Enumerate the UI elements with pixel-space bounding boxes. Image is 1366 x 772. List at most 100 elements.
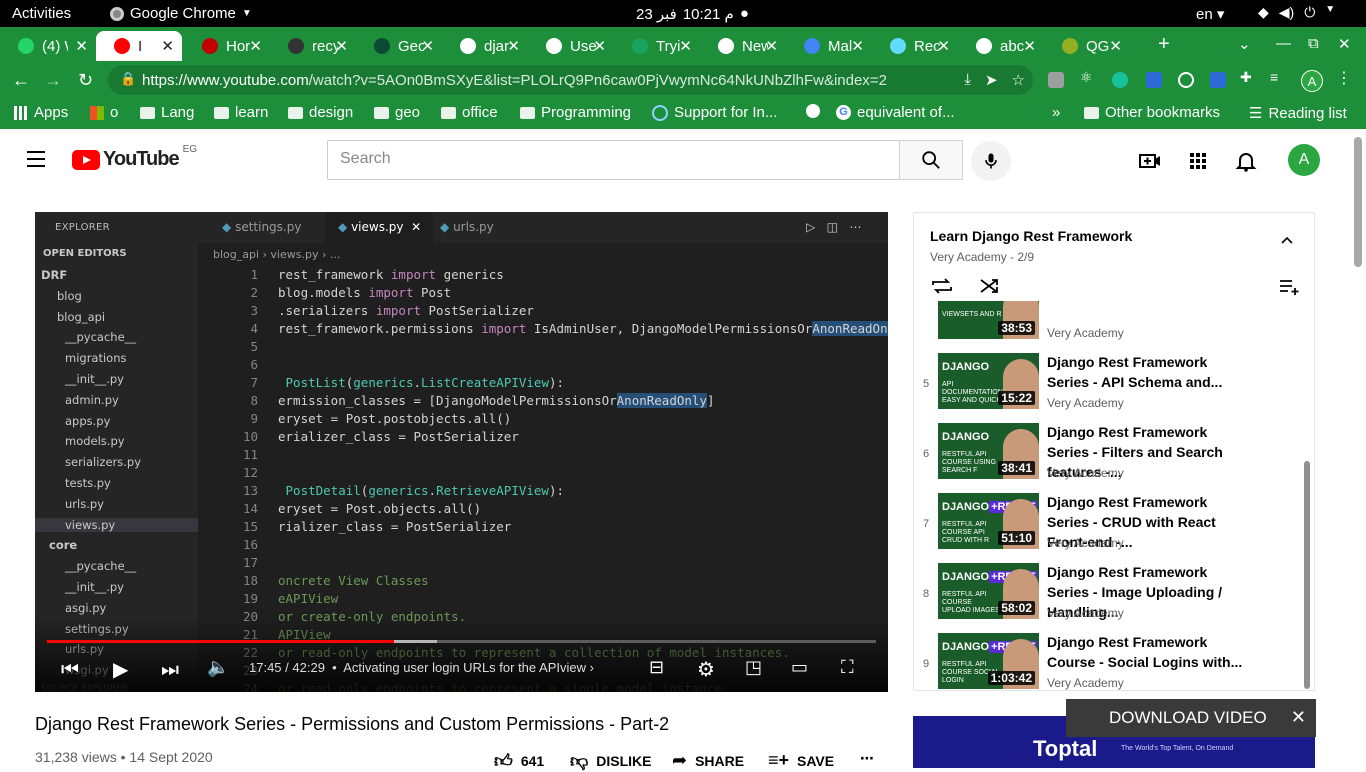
maximize-icon[interactable]: ⧉	[1308, 35, 1319, 52]
like-button[interactable]: 👍︎ 641	[494, 750, 544, 772]
browser-tab[interactable]: Geo ✕	[356, 31, 442, 61]
play-icon[interactable]: ▶	[113, 657, 128, 681]
tab-close-icon[interactable]: ✕	[421, 37, 434, 55]
tab-close-icon[interactable]: ✕	[851, 37, 864, 55]
tab-search-icon[interactable]: ⌄	[1238, 35, 1251, 53]
settings-gear-icon[interactable]: ⚙	[697, 657, 715, 681]
tab-close-icon[interactable]: ✕	[1023, 37, 1036, 55]
record-icon[interactable]	[1178, 72, 1194, 88]
playlist-item[interactable]: 9 DJANGO+REACTRESTFUL API COURSE SOCIAL L…	[914, 632, 1302, 690]
tab-close-icon[interactable]: ✕	[593, 37, 606, 55]
browser-tab[interactable]: New ✕	[700, 31, 786, 61]
search-button[interactable]	[899, 140, 963, 180]
collapse-chevron-icon[interactable]	[1280, 233, 1294, 247]
progress-bar[interactable]	[47, 640, 876, 643]
grammarly-icon[interactable]	[1112, 72, 1128, 88]
send-icon[interactable]: ➤	[985, 71, 998, 89]
next-icon[interactable]: ⏭	[161, 657, 179, 681]
page-scrollbar[interactable]	[1354, 137, 1362, 267]
clock[interactable]: فبر 23 10:21 م ●	[636, 5, 749, 23]
kebab-menu-icon[interactable]: ⋮	[1336, 68, 1352, 87]
browser-tab[interactable]: abc ✕	[958, 31, 1044, 61]
bookmark-folder-lang[interactable]: Lang	[140, 104, 194, 121]
activities-button[interactable]: Activities	[12, 5, 71, 22]
playlist-item[interactable]: 8 DJANGO+REACTRESTFUL API COURSE UPLOAD I…	[914, 563, 1302, 633]
menu-icon[interactable]	[27, 151, 45, 172]
new-tab-button[interactable]: +	[1158, 33, 1170, 56]
theater-mode-icon[interactable]: ▭	[791, 657, 808, 678]
extension-icon[interactable]	[1146, 72, 1162, 88]
browser-tab[interactable]: Tryi ✕	[614, 31, 700, 61]
notifications-bell-icon[interactable]	[1234, 149, 1258, 173]
video-thumbnail[interactable]: DJANGO+REACTRESTFUL API COURSE SOCIAL LO…	[938, 633, 1039, 689]
tab-close-icon[interactable]: ✕	[161, 37, 174, 55]
playlist-item-channel[interactable]: Very Academy	[1047, 396, 1124, 410]
fullscreen-icon[interactable]: ⛶	[841, 657, 854, 678]
bookmark-equivalent[interactable]: Gequivalent of...	[836, 104, 955, 121]
more-actions-icon[interactable]: ⋯	[860, 750, 874, 767]
close-icon[interactable]: ✕	[1291, 707, 1306, 728]
chapter-title[interactable]: Activating user login URLs for the APIvi…	[343, 660, 586, 675]
forward-icon[interactable]: →	[44, 70, 62, 91]
video-thumbnail[interactable]: DJANGO API DOCUMENTATION EASY AND QUICK 15…	[938, 353, 1039, 409]
loop-icon[interactable]	[930, 277, 954, 295]
playlist-item[interactable]: DJANGO VIEWSETS AND R 38:53 - Viewsets and …	[914, 301, 1302, 353]
apps-grid-icon[interactable]	[1186, 149, 1210, 173]
playlist-item[interactable]: 7 DJANGO+REACTRESTFUL API COURSE API CRUD…	[914, 493, 1302, 563]
back-icon[interactable]: ←	[12, 70, 30, 91]
bookmark-apps[interactable]: Apps	[14, 104, 68, 121]
media-icon[interactable]: ≡	[1270, 69, 1286, 85]
bookmark-globe[interactable]	[806, 104, 820, 118]
bookmark-folder-programming[interactable]: Programming	[520, 104, 631, 121]
browser-tab[interactable]: Use ✕	[528, 31, 614, 61]
bookmark-support[interactable]: Support for In...	[652, 104, 777, 121]
download-video-button[interactable]: DOWNLOAD VIDEO ✕	[1066, 699, 1316, 737]
tab-close-icon[interactable]: ✕	[765, 37, 778, 55]
video-thumbnail[interactable]: DJANGO VIEWSETS AND R 38:53	[938, 301, 1039, 339]
system-tray[interactable]: ◆ ◀) ⏻ ▼	[1258, 4, 1335, 21]
previous-icon[interactable]: ⏮	[61, 657, 79, 681]
playlist-item-title[interactable]: Django Rest Framework Course - Social Lo…	[1047, 632, 1252, 672]
create-video-icon[interactable]	[1138, 149, 1162, 173]
address-bar[interactable]: 🔒 https://www.youtube.com/watch?v=5AOn0B…	[108, 65, 1033, 95]
reload-icon[interactable]: ↻	[78, 70, 93, 91]
bookmark-folder-learn[interactable]: learn	[214, 104, 268, 121]
reading-list[interactable]: ☰ Reading list	[1249, 104, 1347, 123]
close-window-icon[interactable]: ✕	[1338, 35, 1351, 53]
video-player[interactable]: EXPLORER OPEN EDITORS DRF blog blog_api __p…	[35, 212, 888, 692]
volume-icon[interactable]: 🔈	[207, 657, 229, 678]
minimize-icon[interactable]: —	[1276, 35, 1291, 52]
extension-icon[interactable]	[1048, 72, 1064, 88]
avatar[interactable]: A	[1288, 144, 1320, 176]
search-input[interactable]: Search	[327, 140, 900, 180]
more-bookmarks-button[interactable]: »	[1052, 104, 1060, 121]
install-icon[interactable]: ⤓	[964, 71, 971, 89]
playlist-item[interactable]: 5 DJANGO API DOCUMENTATION EASY AND QUICK 1…	[914, 353, 1302, 423]
playlist-item-channel[interactable]: Very Academy	[1047, 466, 1124, 480]
tab-close-icon[interactable]: ✕	[335, 37, 348, 55]
language-indicator[interactable]: en ▾	[1196, 5, 1224, 23]
app-menu[interactable]: Google Chrome ▼	[110, 5, 252, 22]
dislike-button[interactable]: 👎︎ DISLIKE	[570, 750, 652, 772]
other-bookmarks[interactable]: Other bookmarks	[1084, 104, 1220, 121]
browser-tab[interactable]: Mal ✕	[786, 31, 872, 61]
bookmark-folder-office[interactable]: office	[441, 104, 498, 121]
tab-close-icon[interactable]: ✕	[679, 37, 692, 55]
voice-search-button[interactable]	[971, 141, 1011, 181]
tab-close-icon[interactable]: ✕	[249, 37, 262, 55]
star-icon[interactable]: ☆	[1012, 71, 1025, 89]
calendar-icon[interactable]	[1210, 72, 1226, 88]
video-thumbnail[interactable]: DJANGO RESTFUL API COURSE USING SEARCH F3…	[938, 423, 1039, 479]
browser-tab[interactable]: recy ✕	[270, 31, 356, 61]
profile-avatar[interactable]: A	[1301, 70, 1323, 92]
tab-close-icon[interactable]: ✕	[507, 37, 520, 55]
bookmark-folder-geo[interactable]: geo	[374, 104, 420, 121]
youtube-logo[interactable]: YouTube EG	[72, 144, 197, 171]
playlist-title[interactable]: Learn Django Rest Framework	[930, 228, 1132, 244]
playlist-item-channel[interactable]: Very Academy	[1047, 326, 1124, 340]
tab-close-icon[interactable]: ✕	[937, 37, 950, 55]
browser-tab[interactable]: djar ✕	[442, 31, 528, 61]
playlist-item-channel[interactable]: Very Academy	[1047, 536, 1124, 550]
subtitles-icon[interactable]: ⊟	[649, 657, 664, 678]
playlist-scrollbar[interactable]	[1304, 461, 1310, 689]
